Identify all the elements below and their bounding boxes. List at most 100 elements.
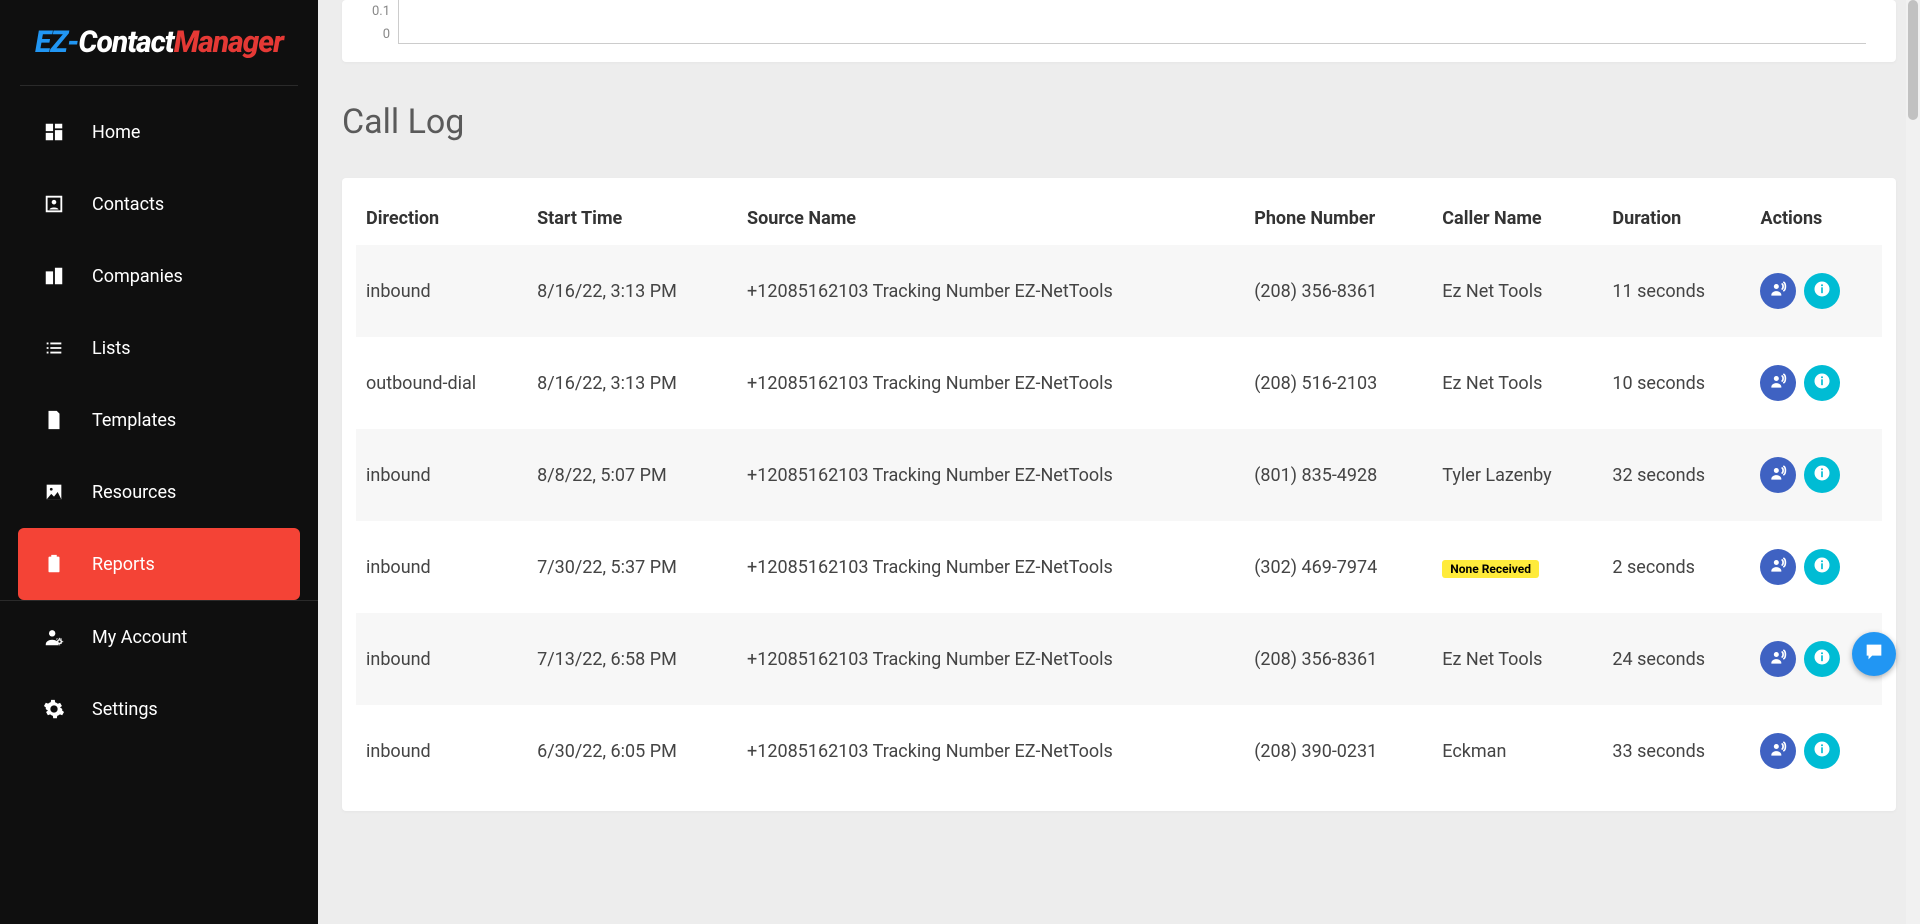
table-body: inbound8/16/22, 3:13 PM+12085162103 Trac… bbox=[356, 245, 1882, 797]
caller-info-button[interactable] bbox=[1760, 457, 1796, 493]
sidebar-item-label: Reports bbox=[92, 554, 155, 575]
table-row: inbound7/13/22, 6:58 PM+12085162103 Trac… bbox=[356, 613, 1882, 705]
info-icon bbox=[1812, 463, 1832, 488]
cell-start-time: 8/8/22, 5:07 PM bbox=[527, 429, 737, 521]
person-voice-icon bbox=[1768, 739, 1788, 764]
cell-direction: inbound bbox=[356, 613, 527, 705]
sidebar-item-my-account[interactable]: My Account bbox=[0, 601, 318, 673]
cell-phone-number: (208) 390-0231 bbox=[1244, 705, 1432, 797]
scrollbar-thumb[interactable] bbox=[1908, 0, 1918, 120]
document-icon bbox=[42, 408, 66, 432]
info-icon bbox=[1812, 647, 1832, 672]
table-header-row: DirectionStart TimeSource NamePhone Numb… bbox=[356, 192, 1882, 245]
caller-info-button[interactable] bbox=[1760, 549, 1796, 585]
main-content: 0.1 0 Call Log DirectionStart TimeSource… bbox=[318, 0, 1920, 924]
cell-source-name: +12085162103 Tracking Number EZ-NetTools bbox=[737, 705, 1244, 797]
logo[interactable]: EZ-ContactManager bbox=[0, 0, 318, 85]
table-row: inbound6/30/22, 6:05 PM+12085162103 Trac… bbox=[356, 705, 1882, 797]
cell-phone-number: (801) 835-4928 bbox=[1244, 429, 1432, 521]
sidebar: EZ-ContactManager Home ContactsCompanies L… bbox=[0, 0, 318, 924]
person-voice-icon bbox=[1768, 463, 1788, 488]
col-duration: Duration bbox=[1602, 192, 1750, 245]
person-box-icon bbox=[42, 192, 66, 216]
sidebar-item-templates[interactable]: Templates bbox=[0, 384, 318, 456]
person-voice-icon bbox=[1768, 279, 1788, 304]
table-row: inbound8/8/22, 5:07 PM+12085162103 Track… bbox=[356, 429, 1882, 521]
call-log-panel: DirectionStart TimeSource NamePhone Numb… bbox=[342, 178, 1896, 811]
clipboard-icon bbox=[42, 552, 66, 576]
chat-button[interactable] bbox=[1852, 632, 1896, 676]
caller-info-button[interactable] bbox=[1760, 733, 1796, 769]
info-button[interactable] bbox=[1804, 733, 1840, 769]
col-actions: Actions bbox=[1750, 192, 1882, 245]
cell-actions bbox=[1750, 337, 1882, 429]
dashboard-icon bbox=[42, 120, 66, 144]
cell-start-time: 7/13/22, 6:58 PM bbox=[527, 613, 737, 705]
scrollbar[interactable] bbox=[1906, 0, 1920, 924]
list-icon bbox=[42, 336, 66, 360]
cell-actions bbox=[1750, 705, 1882, 797]
cell-caller-name: Tyler Lazenby bbox=[1432, 429, 1602, 521]
sidebar-item-companies[interactable]: Companies bbox=[0, 240, 318, 312]
col-caller-name: Caller Name bbox=[1432, 192, 1602, 245]
sidebar-item-label: Lists bbox=[92, 338, 131, 359]
cell-start-time: 7/30/22, 5:37 PM bbox=[527, 521, 737, 613]
divider bbox=[20, 85, 298, 86]
caller-info-button[interactable] bbox=[1760, 273, 1796, 309]
sidebar-item-resources[interactable]: Resources bbox=[0, 456, 318, 528]
sidebar-item-label: Home bbox=[92, 122, 140, 143]
row-actions bbox=[1760, 549, 1872, 585]
info-button[interactable] bbox=[1804, 641, 1840, 677]
cell-direction: inbound bbox=[356, 245, 527, 337]
person-gear-icon bbox=[42, 625, 66, 649]
sidebar-item-home[interactable]: Home bbox=[0, 96, 318, 168]
info-icon bbox=[1812, 555, 1832, 580]
chart-panel: 0.1 0 bbox=[342, 0, 1896, 62]
chart-plot-area bbox=[398, 0, 1866, 44]
cell-direction: inbound bbox=[356, 705, 527, 797]
cell-phone-number: (302) 469-7974 bbox=[1244, 521, 1432, 613]
cell-duration: 11 seconds bbox=[1602, 245, 1750, 337]
y-tick: 0 bbox=[383, 27, 390, 42]
sidebar-item-lists[interactable]: Lists bbox=[0, 312, 318, 384]
cell-source-name: +12085162103 Tracking Number EZ-NetTools bbox=[737, 521, 1244, 613]
cell-source-name: +12085162103 Tracking Number EZ-NetTools bbox=[737, 613, 1244, 705]
call-log-table: DirectionStart TimeSource NamePhone Numb… bbox=[356, 192, 1882, 797]
cell-source-name: +12085162103 Tracking Number EZ-NetTools bbox=[737, 337, 1244, 429]
sidebar-item-label: Settings bbox=[92, 699, 158, 720]
cell-actions bbox=[1750, 429, 1882, 521]
info-button[interactable] bbox=[1804, 549, 1840, 585]
info-button[interactable] bbox=[1804, 365, 1840, 401]
cell-duration: 10 seconds bbox=[1602, 337, 1750, 429]
sidebar-item-contacts[interactable]: Contacts bbox=[0, 168, 318, 240]
caller-info-button[interactable] bbox=[1760, 365, 1796, 401]
table-row: inbound8/16/22, 3:13 PM+12085162103 Trac… bbox=[356, 245, 1882, 337]
cell-direction: outbound-dial bbox=[356, 337, 527, 429]
col-phone-number: Phone Number bbox=[1244, 192, 1432, 245]
person-voice-icon bbox=[1768, 555, 1788, 580]
logo-part-contact: Contact bbox=[78, 25, 173, 60]
cell-caller-name: Ez Net Tools bbox=[1432, 337, 1602, 429]
table-row: inbound7/30/22, 5:37 PM+12085162103 Trac… bbox=[356, 521, 1882, 613]
row-actions bbox=[1760, 273, 1872, 309]
image-icon bbox=[42, 480, 66, 504]
info-icon bbox=[1812, 279, 1832, 304]
row-actions bbox=[1760, 365, 1872, 401]
table-row: outbound-dial8/16/22, 3:13 PM+1208516210… bbox=[356, 337, 1882, 429]
caller-info-button[interactable] bbox=[1760, 641, 1796, 677]
info-button[interactable] bbox=[1804, 457, 1840, 493]
none-received-badge: None Received bbox=[1442, 560, 1539, 578]
sidebar-item-reports[interactable]: Reports bbox=[18, 528, 300, 600]
cell-phone-number: (208) 356-8361 bbox=[1244, 245, 1432, 337]
sidebar-item-settings[interactable]: Settings bbox=[0, 673, 318, 745]
info-icon bbox=[1812, 371, 1832, 396]
info-button[interactable] bbox=[1804, 273, 1840, 309]
cell-direction: inbound bbox=[356, 521, 527, 613]
y-tick: 0.1 bbox=[372, 4, 390, 19]
cell-caller-name: Ez Net Tools bbox=[1432, 245, 1602, 337]
person-voice-icon bbox=[1768, 371, 1788, 396]
cell-source-name: +12085162103 Tracking Number EZ-NetTools bbox=[737, 429, 1244, 521]
cell-caller-name: Eckman bbox=[1432, 705, 1602, 797]
cell-direction: inbound bbox=[356, 429, 527, 521]
cell-start-time: 8/16/22, 3:13 PM bbox=[527, 245, 737, 337]
